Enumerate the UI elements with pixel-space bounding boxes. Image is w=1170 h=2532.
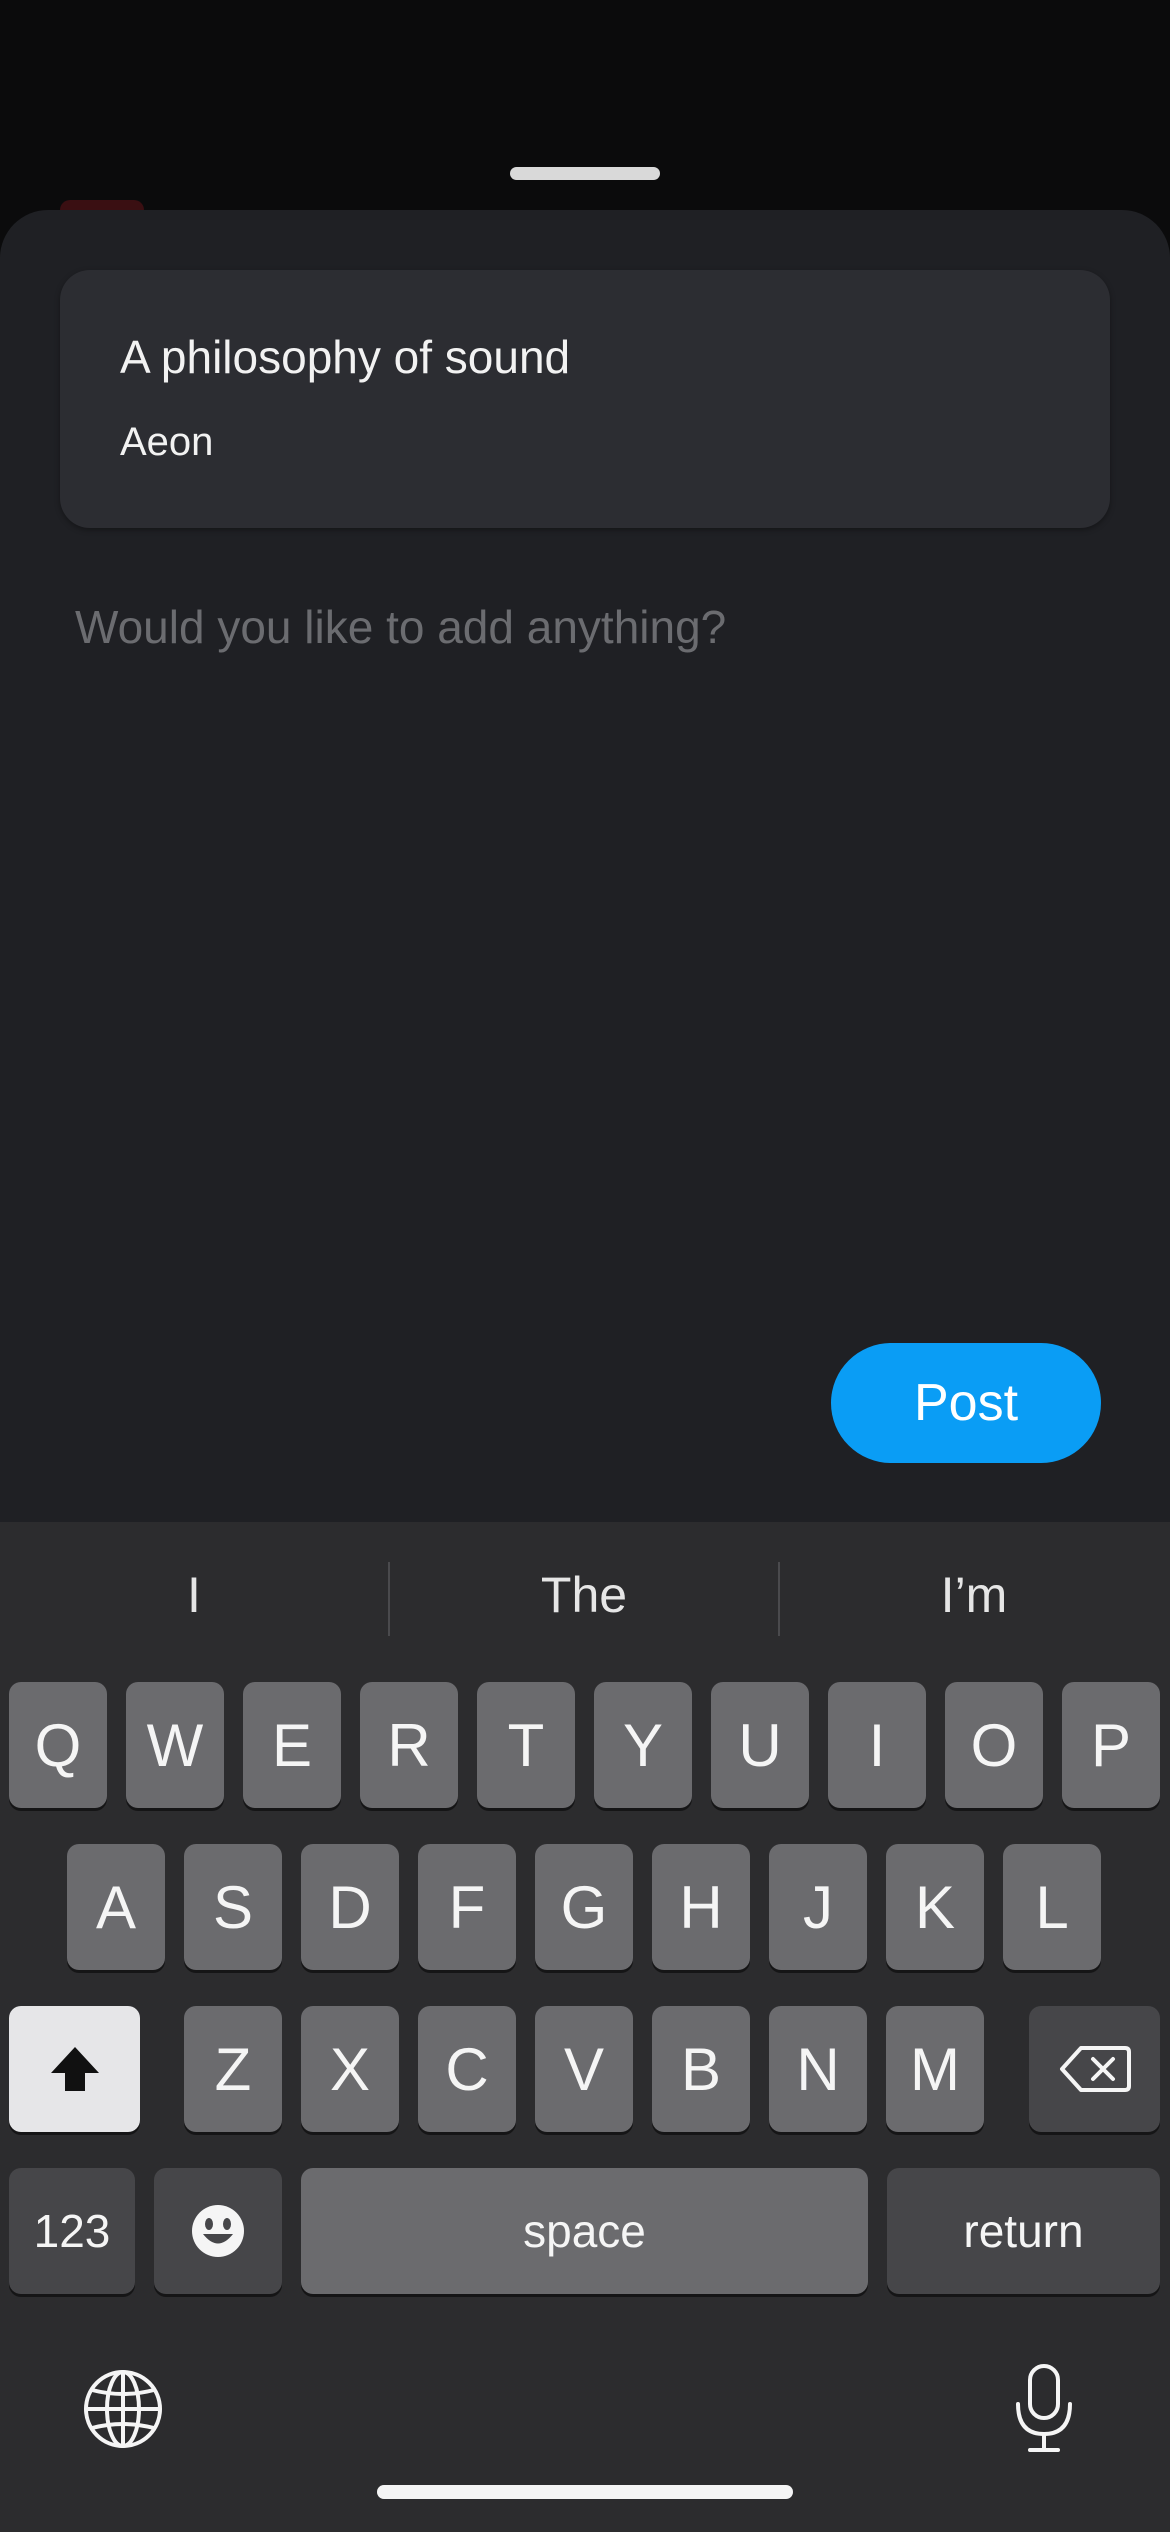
key-z[interactable]: Z [184, 2006, 282, 2132]
key-x[interactable]: X [301, 2006, 399, 2132]
globe-icon [84, 2370, 162, 2448]
key-v[interactable]: V [535, 2006, 633, 2132]
comment-input[interactable] [75, 600, 1075, 680]
key-q[interactable]: Q [9, 1682, 107, 1808]
shift-icon [50, 2047, 99, 2091]
link-title: A philosophy of sound [120, 331, 571, 383]
key-o[interactable]: O [945, 1682, 1043, 1808]
key-c[interactable]: C [418, 2006, 516, 2132]
microphone-button[interactable] [1012, 2362, 1076, 2461]
key-l[interactable]: L [1003, 1844, 1101, 1970]
key-n[interactable]: N [769, 2006, 867, 2132]
key-p[interactable]: P [1062, 1682, 1160, 1808]
microphone-icon [1016, 2364, 1072, 2452]
key-b[interactable]: B [652, 2006, 750, 2132]
space-key[interactable]: space [301, 2168, 868, 2294]
key-j[interactable]: J [769, 1844, 867, 1970]
share-sheet: A philosophy of sound Aeon Post [0, 210, 1170, 1610]
link-source: Aeon [120, 420, 214, 464]
emoji-icon [192, 2205, 244, 2257]
key-i[interactable]: I [828, 1682, 926, 1808]
key-u[interactable]: U [711, 1682, 809, 1808]
backspace-icon [1059, 2046, 1131, 2092]
return-key[interactable]: return [887, 2168, 1160, 2294]
key-e[interactable]: E [243, 1682, 341, 1808]
key-t[interactable]: T [477, 1682, 575, 1808]
key-d[interactable]: D [301, 1844, 399, 1970]
suggestion-1[interactable]: I [0, 1560, 388, 1630]
key-g[interactable]: G [535, 1844, 633, 1970]
key-y[interactable]: Y [594, 1682, 692, 1808]
key-s[interactable]: S [184, 1844, 282, 1970]
post-button[interactable]: Post [831, 1343, 1101, 1463]
globe-button[interactable] [82, 2368, 164, 2455]
numbers-key[interactable]: 123 [9, 2168, 135, 2294]
sheet-grabber[interactable] [510, 167, 660, 180]
key-h[interactable]: H [652, 1844, 750, 1970]
key-f[interactable]: F [418, 1844, 516, 1970]
key-m[interactable]: M [886, 2006, 984, 2132]
key-a[interactable]: A [67, 1844, 165, 1970]
suggestion-3[interactable]: I’m [780, 1560, 1168, 1630]
delete-key[interactable] [1029, 2006, 1160, 2132]
shift-key[interactable] [9, 2006, 140, 2132]
key-r[interactable]: R [360, 1682, 458, 1808]
emoji-key[interactable] [154, 2168, 282, 2294]
key-k[interactable]: K [886, 1844, 984, 1970]
home-indicator[interactable] [377, 2485, 793, 2499]
shared-link-card[interactable]: A philosophy of sound Aeon [60, 270, 1110, 528]
suggestion-2[interactable]: The [390, 1560, 778, 1630]
key-w[interactable]: W [126, 1682, 224, 1808]
keyboard: I The I’m Q W E R T Y U I O P A S D F G … [0, 1522, 1170, 2532]
